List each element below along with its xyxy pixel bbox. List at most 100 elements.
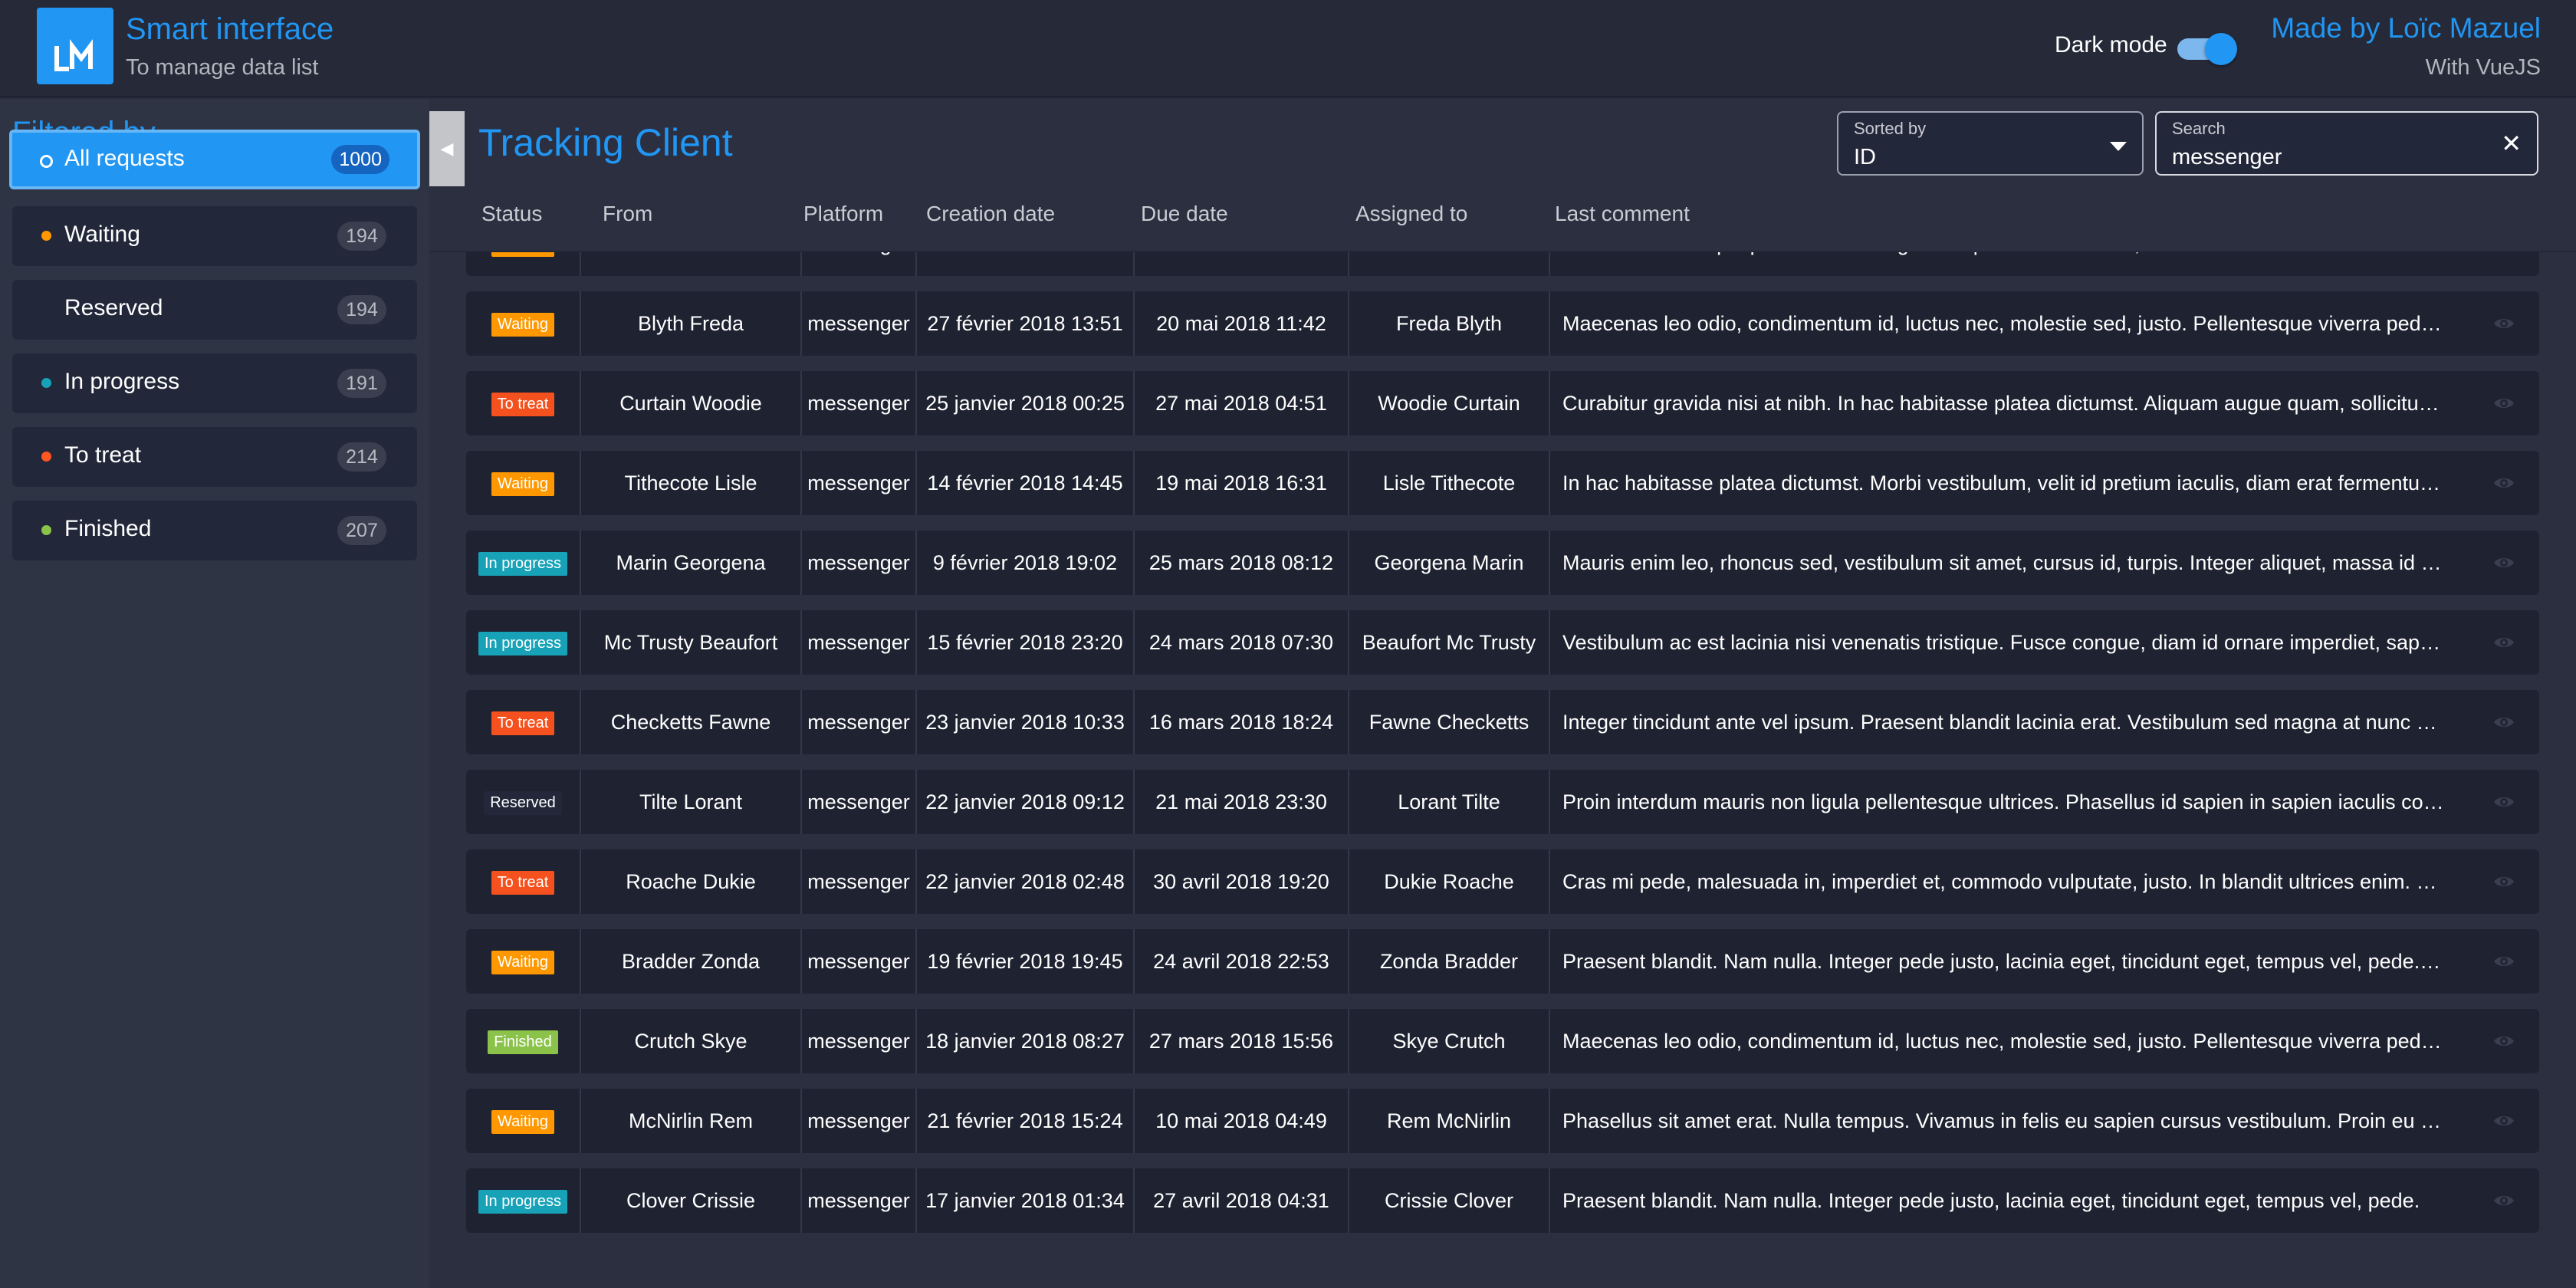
- status-cell: Waiting: [466, 1089, 581, 1153]
- table-row[interactable]: Reserved Tilte Lorant messenger 22 janvier …: [466, 770, 2539, 834]
- table-row[interactable]: Waiting Bradder Zonda messenger 19 février …: [466, 929, 2539, 994]
- creation-date-cell: 23 janvier 2018 10:33: [917, 690, 1135, 754]
- due-date-cell: 24 avril 2018 22:53: [1135, 929, 1349, 994]
- filter-item-in-progress[interactable]: In progress 191: [12, 353, 417, 413]
- assigned-to-cell: Rem McNirlin: [1349, 1089, 1550, 1153]
- eye-icon[interactable]: [2493, 316, 2515, 331]
- filter-item-all-requests[interactable]: All requests 1000: [9, 130, 420, 189]
- status-badge: To treat: [491, 871, 555, 895]
- status-badge: Reserved: [484, 791, 562, 816]
- app-logo: [37, 8, 113, 84]
- status-badge: To treat: [491, 711, 555, 736]
- status-cell: To treat: [466, 849, 581, 914]
- status-cell: In progress: [466, 1168, 581, 1233]
- creation-date-cell: 15 février 2018 23:20: [917, 610, 1135, 675]
- filter-label: Reserved: [64, 295, 163, 320]
- sort-value: ID: [1854, 145, 1876, 169]
- creation-date-cell: 22 janvier 2018 02:48: [917, 849, 1135, 914]
- eye-icon[interactable]: [2493, 874, 2515, 889]
- from-cell: Mc Trusty Beaufort: [581, 610, 802, 675]
- filter-item-to-treat[interactable]: To treat 214: [12, 427, 417, 487]
- last-comment-cell: Integer tincidunt ante vel ipsum. Praese…: [1562, 711, 2444, 734]
- eye-icon[interactable]: [2493, 475, 2515, 491]
- platform-cell: messenger: [802, 610, 917, 675]
- table-row[interactable]: In progress Clover Crissie messenger 17 jan…: [466, 1168, 2539, 1233]
- table-row[interactable]: In progress Mc Trusty Beaufort messenger 15…: [466, 610, 2539, 675]
- filter-item-waiting[interactable]: Waiting 194: [12, 206, 417, 266]
- search-input[interactable]: [2172, 143, 2479, 171]
- column-header-platform[interactable]: Platform: [803, 202, 883, 226]
- assigned-to-cell: Woodie Curtain: [1349, 371, 1550, 435]
- creation-date-cell: 19 février 2018 19:45: [917, 929, 1135, 994]
- column-header-from[interactable]: From: [603, 202, 652, 226]
- status-cell: To treat: [466, 690, 581, 754]
- assigned-to-cell: Zonda Bradder: [1349, 929, 1550, 994]
- filter-item-finished[interactable]: Finished 207: [12, 501, 417, 560]
- table-row[interactable]: Waiting Blyth Freda messenger 27 février 20…: [466, 291, 2539, 356]
- eye-icon[interactable]: [2493, 715, 2515, 730]
- eye-icon[interactable]: [2493, 635, 2515, 650]
- assigned-to-cell: Lisle Tithecote: [1349, 451, 1550, 515]
- status-dot-icon: [41, 452, 51, 462]
- dropdown-arrow-icon: [2110, 142, 2127, 151]
- from-cell: Clover Crissie: [581, 1168, 802, 1233]
- eye-icon[interactable]: [2493, 794, 2515, 810]
- eye-icon[interactable]: [2493, 954, 2515, 969]
- toggle-knob: [2205, 33, 2237, 65]
- table-row[interactable]: To treat Curtain Woodie messenger 25 janvie…: [466, 371, 2539, 435]
- table-header: Status From Platform Creation date Due date A…: [429, 191, 2576, 252]
- table-row[interactable]: Finished Crutch Skye messenger 18 janvier 2…: [466, 1009, 2539, 1073]
- filter-item-reserved[interactable]: Reserved 194: [12, 280, 417, 340]
- column-header-status[interactable]: Status: [481, 202, 542, 226]
- table-row[interactable]: Waiting McNirlin Rem messenger 21 février 2…: [466, 1089, 2539, 1153]
- due-date-cell: 30 avril 2018 19:20: [1135, 849, 1349, 914]
- due-date-cell: 27 avril 2018 04:31: [1135, 1168, 1349, 1233]
- status-cell: Reserved: [466, 770, 581, 834]
- creation-date-cell: 22 janvier 2018 09:12: [917, 770, 1135, 834]
- eye-icon[interactable]: [2493, 1193, 2515, 1208]
- dark-mode-label: Dark mode: [2055, 32, 2167, 58]
- collapse-sidebar-button[interactable]: ◀: [429, 111, 465, 186]
- app-title: Smart interface: [126, 12, 334, 46]
- from-cell: Crutch Skye: [581, 1009, 802, 1073]
- caret-left-icon: ◀: [440, 139, 454, 158]
- status-badge: Waiting: [491, 472, 554, 497]
- sort-select[interactable]: Sorted by ID: [1837, 111, 2144, 176]
- column-header-assigned-to[interactable]: Assigned to: [1355, 202, 1467, 226]
- column-header-due-date[interactable]: Due date: [1141, 202, 1228, 226]
- search-field[interactable]: Search ✕: [2155, 111, 2538, 176]
- column-header-last-comment[interactable]: Last comment: [1555, 202, 1690, 226]
- eye-icon[interactable]: [2493, 555, 2515, 570]
- table-row[interactable]: Waiting Tithecote Lisle messenger 14 févrie…: [466, 451, 2539, 515]
- status-dot-icon: [40, 155, 53, 168]
- table-row[interactable]: To treat Checketts Fawne messenger 23 janvi…: [466, 690, 2539, 754]
- status-cell: Waiting: [466, 252, 581, 276]
- assigned-to-cell: Skye Crutch: [1349, 1009, 1550, 1073]
- due-date-cell: 18 mars 2018 23:16: [1135, 252, 1349, 276]
- clear-search-icon[interactable]: ✕: [2501, 131, 2522, 156]
- filter-label: To treat: [64, 442, 142, 468]
- due-date-cell: 20 mai 2018 11:42: [1135, 291, 1349, 356]
- eye-icon[interactable]: [2493, 396, 2515, 411]
- platform-cell: messenger: [802, 371, 917, 435]
- eye-icon[interactable]: [2493, 1033, 2515, 1049]
- platform-cell: messenger: [802, 1009, 917, 1073]
- last-comment-cell: Maecenas leo odio, condimentum id, luctu…: [1562, 1030, 2444, 1053]
- status-badge: In progress: [478, 552, 568, 577]
- filter-label: In progress: [64, 369, 180, 394]
- table-row[interactable]: To treat Roache Dukie messenger 22 janvier …: [466, 849, 2539, 914]
- table-row[interactable]: Waiting Cardnell Daciemessenger13 février…: [466, 252, 2539, 276]
- platform-cell: messenger: [802, 690, 917, 754]
- due-date-cell: 21 mai 2018 23:30: [1135, 770, 1349, 834]
- status-dot-icon: [41, 525, 51, 535]
- sort-label: Sorted by: [1854, 119, 1927, 138]
- column-header-creation-date[interactable]: Creation date: [926, 202, 1055, 226]
- eye-icon[interactable]: [2493, 1113, 2515, 1129]
- creation-date-cell: 13 février 2018 13:37: [917, 252, 1135, 276]
- page-title: Tracking Client: [478, 121, 733, 164]
- platform-cell: messenger: [802, 451, 917, 515]
- table-row[interactable]: In progress Marin Georgena messenger 9 févr…: [466, 531, 2539, 595]
- dark-mode-toggle[interactable]: [2177, 33, 2237, 65]
- app-subtitle: To manage data list: [126, 55, 319, 80]
- assigned-to-cell: Beaufort Mc Trusty: [1349, 610, 1550, 675]
